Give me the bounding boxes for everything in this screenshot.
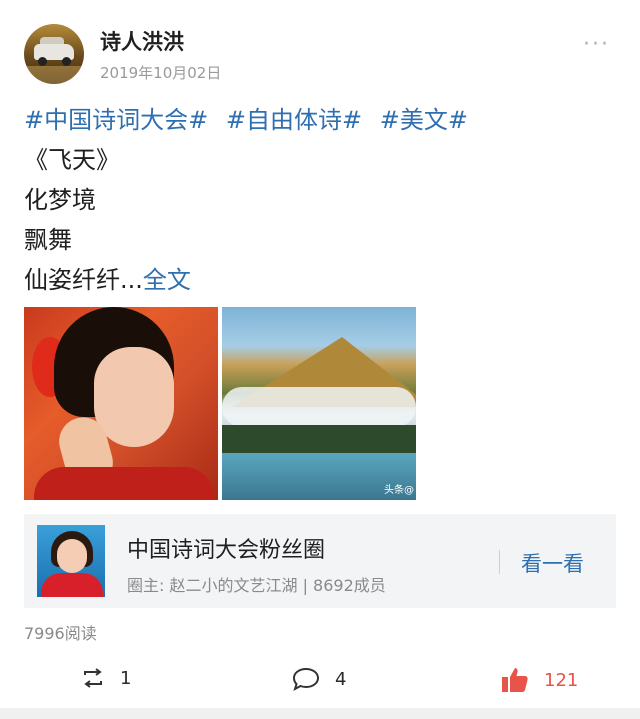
post-date: 2019年10月02日	[100, 64, 222, 82]
hashtag-list: #中国诗词大会# #自由体诗# #美文#	[24, 100, 478, 135]
bottom-separator	[0, 708, 640, 719]
post-image-portrait[interactable]	[24, 307, 218, 500]
poem-line: 化梦境	[24, 186, 96, 214]
post-header: 诗人洪洪 2019年10月02日 ···	[24, 22, 616, 84]
more-options-button[interactable]: ···	[583, 32, 610, 57]
image-watermark: 头条@	[384, 485, 414, 496]
comment-icon	[291, 666, 321, 692]
post-image-landscape[interactable]: 头条@	[222, 307, 416, 500]
comment-count: 4	[335, 668, 347, 690]
poem-line-last: 仙姿纤纤...全文	[24, 260, 191, 295]
view-group-button[interactable]: 看一看	[521, 548, 584, 578]
full-text-link[interactable]: 全文	[143, 266, 191, 294]
repost-icon	[80, 666, 106, 690]
action-bar: 1 4 121	[0, 660, 640, 700]
card-divider	[499, 550, 500, 574]
hashtag-link[interactable]: #中国诗词大会#	[24, 106, 208, 134]
poem-line-text: 仙姿纤纤...	[24, 266, 143, 294]
hashtag-link[interactable]: #美文#	[380, 106, 468, 134]
group-avatar	[37, 525, 105, 597]
like-button[interactable]: 121	[500, 666, 578, 694]
poem-line: 飘舞	[24, 226, 72, 254]
avatar[interactable]	[24, 24, 84, 84]
read-count: 7996阅读	[24, 624, 97, 643]
repost-button[interactable]: 1	[80, 666, 131, 690]
like-count: 121	[544, 669, 579, 691]
group-card[interactable]: 中国诗词大会粉丝圈 圈主: 赵二小的文艺江湖 | 8692成员 看一看	[24, 514, 616, 608]
group-subtitle: 圈主: 赵二小的文艺江湖 | 8692成员	[127, 576, 386, 595]
thumbs-up-icon	[500, 666, 530, 694]
comment-button[interactable]: 4	[291, 666, 346, 692]
poem-line: 《飞天》	[24, 146, 120, 174]
hashtag-link[interactable]: #自由体诗#	[226, 106, 362, 134]
group-title: 中国诗词大会粉丝圈	[127, 538, 326, 563]
username[interactable]: 诗人洪洪	[100, 26, 184, 56]
repost-count: 1	[120, 667, 132, 689]
